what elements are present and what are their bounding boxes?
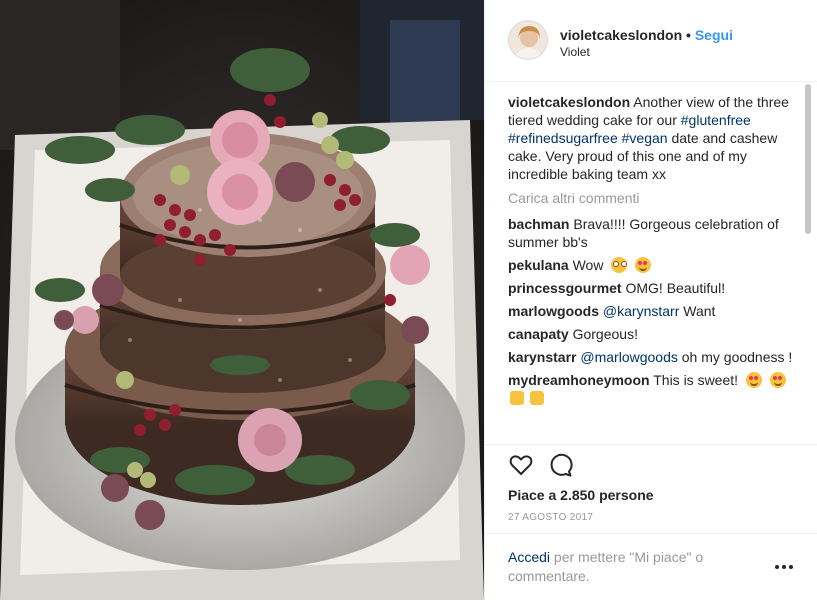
comment-bubble-icon[interactable] — [548, 452, 574, 478]
comments-scrollbar[interactable] — [805, 84, 811, 234]
hashtag-link[interactable]: #glutenfree — [681, 112, 751, 128]
comment-username[interactable]: karynstarr — [508, 349, 577, 365]
post-photo[interactable] — [0, 0, 484, 600]
comment-item: canapaty Gorgeous! — [508, 325, 798, 343]
post-date[interactable]: 27 AGOSTO 2017 — [508, 512, 593, 523]
comment-username[interactable]: canapaty — [508, 326, 569, 342]
cake-image — [0, 0, 484, 600]
comments-list[interactable]: violetcakeslondon Another view of the th… — [508, 93, 798, 443]
comment-item: marlowgoods @karynstarr Want — [508, 302, 798, 320]
post-details-panel: violetcakeslondon • Segui Violet violetc… — [484, 0, 817, 600]
hashtag-link[interactable]: #vegan — [622, 130, 668, 146]
comment-username[interactable]: mydreamhoneymoon — [508, 372, 650, 388]
load-more-comments-button[interactable]: Carica altri commenti — [508, 189, 798, 207]
heart-eyes-emoji — [769, 372, 786, 388]
post-caption: violetcakeslondon Another view of the th… — [508, 93, 798, 183]
comment-item: pekulana Wow — [508, 256, 798, 274]
comment-item: mydreamhoneymoon This is sweet! — [508, 371, 798, 407]
more-options-icon[interactable] — [775, 565, 793, 571]
divider — [485, 444, 817, 445]
comment-item: karynstarr @marlowgoods oh my goodness ! — [508, 348, 798, 366]
comment-text: This is sweet! — [653, 372, 739, 388]
hashtag-link[interactable]: #refinedsugarfree — [508, 130, 618, 146]
comment-item: bachman Brava!!!! Gorgeous celebration o… — [508, 215, 798, 251]
login-prompt: Accedi per mettere "Mi piace" o commenta… — [508, 548, 738, 586]
comment-username[interactable]: marlowgoods — [508, 303, 599, 319]
heart-eyes-emoji — [745, 372, 762, 388]
follow-button[interactable]: Segui — [695, 27, 733, 43]
heart-outline-icon[interactable] — [508, 452, 534, 478]
caption-username[interactable]: violetcakeslondon — [508, 94, 630, 110]
comment-text: Want — [683, 303, 716, 319]
avatar[interactable] — [508, 20, 548, 60]
comment-text: OMG! Beautiful! — [625, 280, 726, 296]
post-header: violetcakeslondon • Segui Violet — [485, 0, 817, 82]
likes-count[interactable]: Piace a 2.850 persone — [508, 487, 654, 503]
mention-link[interactable]: @karynstarr — [603, 303, 679, 319]
comment-item: princessgourmet OMG! Beautiful! — [508, 279, 798, 297]
comment-username[interactable]: princessgourmet — [508, 280, 622, 296]
comment-username[interactable]: pekulana — [508, 257, 569, 273]
heart-eyes-emoji — [635, 257, 652, 273]
mention-link[interactable]: @marlowgoods — [580, 349, 677, 365]
comment-text: Wow — [572, 257, 604, 273]
header-subtitle: Violet — [560, 45, 590, 59]
flushed-face-emoji — [611, 257, 628, 273]
comment-text: Gorgeous! — [572, 326, 638, 342]
username-link[interactable]: violetcakeslondon — [560, 27, 682, 43]
comment-username[interactable]: bachman — [508, 216, 569, 232]
thumbs-up-emoji — [529, 391, 544, 405]
divider — [485, 533, 817, 534]
header-username-line: violetcakeslondon • Segui — [560, 27, 733, 43]
separator-dot: • — [686, 27, 691, 43]
comment-text: oh my goodness ! — [681, 349, 793, 365]
thumbs-up-emoji — [510, 391, 524, 405]
login-link[interactable]: Accedi — [508, 549, 550, 565]
